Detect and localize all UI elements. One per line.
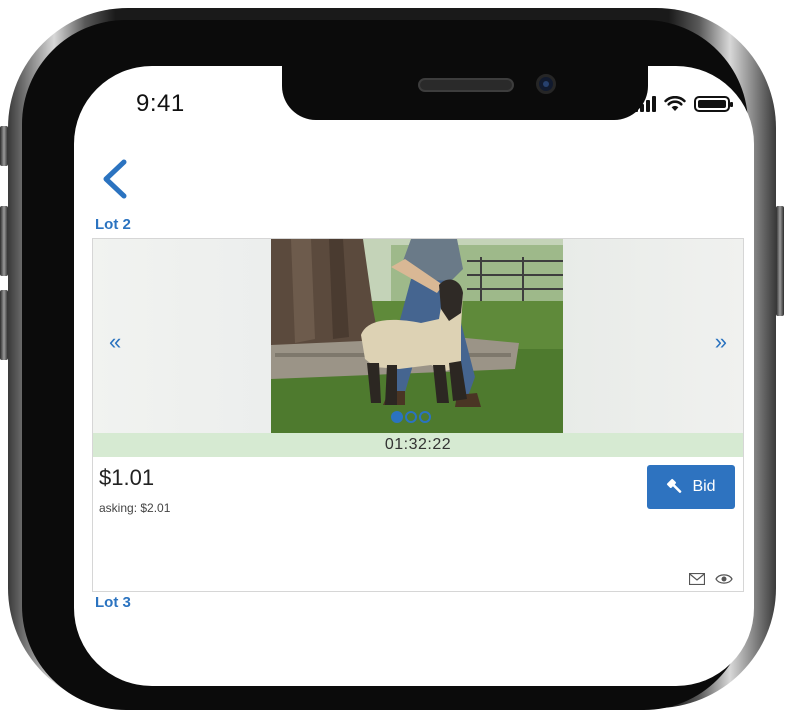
status-time: 9:41	[136, 90, 185, 117]
carousel-dot-2[interactable]	[405, 411, 417, 423]
image-carousel[interactable]: « »	[93, 239, 743, 433]
mute-switch	[0, 126, 8, 166]
front-camera	[536, 74, 556, 94]
volume-down-button	[0, 290, 8, 360]
countdown-timer: 01:32:22	[93, 433, 743, 457]
gavel-icon	[667, 478, 682, 493]
next-lot-title[interactable]: Lot 3	[95, 594, 131, 611]
power-button	[776, 206, 784, 316]
bid-label: Bid	[692, 478, 716, 495]
carousel-dot-3[interactable]	[419, 411, 431, 423]
lot-title[interactable]: Lot 2	[95, 216, 131, 233]
asking-price: asking: $2.01	[99, 501, 171, 515]
wifi-icon	[664, 96, 686, 111]
lot-card: « » 01:32:22 $1.01 asking: $2.01 Bid	[92, 238, 744, 592]
battery-icon	[694, 96, 733, 112]
current-price: $1.01	[99, 465, 155, 490]
double-chevron-left-icon[interactable]: «	[109, 331, 121, 353]
bid-button[interactable]: Bid	[647, 465, 735, 509]
status-icons	[634, 96, 733, 112]
speaker	[418, 78, 514, 92]
volume-up-button	[0, 206, 8, 276]
notch	[282, 66, 648, 120]
lot-photo	[271, 239, 563, 433]
carousel-indicators	[391, 411, 431, 423]
phone-bezel: 9:41 Lot 2 « » 01:32:22 $1.01 asking: $2…	[22, 20, 754, 710]
back-chevron-icon[interactable]	[98, 158, 132, 200]
screen: 9:41 Lot 2 « » 01:32:22 $1.01 asking: $2…	[74, 66, 754, 686]
double-chevron-right-icon[interactable]: »	[715, 331, 727, 353]
mail-icon[interactable]	[689, 573, 705, 585]
carousel-dot-1[interactable]	[391, 411, 403, 423]
card-actions	[689, 573, 733, 585]
eye-icon[interactable]	[715, 573, 733, 585]
